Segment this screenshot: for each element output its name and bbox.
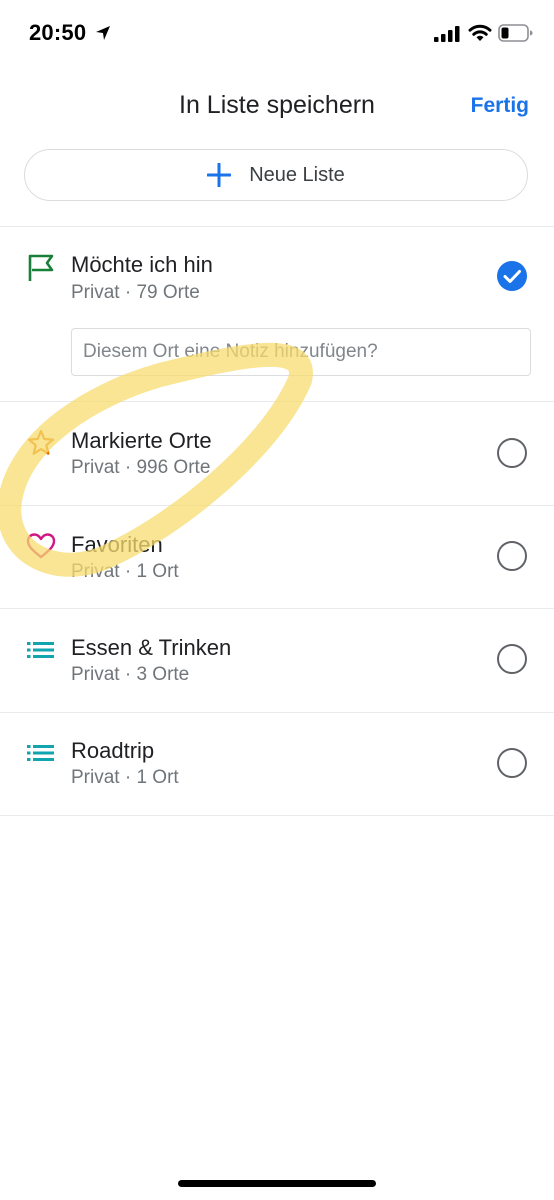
list-item-subtitle: Privat · 1 Ort: [71, 561, 179, 582]
checkmark-icon: [503, 270, 521, 283]
list-item-subtitle: Privat · 3 Orte: [71, 664, 190, 685]
list-item-subtitle: Privat · 996 Orte: [71, 457, 211, 478]
divider: [0, 401, 554, 402]
divider: [0, 712, 554, 713]
done-button[interactable]: Fertig: [471, 94, 529, 118]
list-icon: [27, 642, 54, 658]
list-item-title: Favoriten: [71, 532, 163, 557]
new-list-button[interactable]: Neue Liste: [24, 149, 528, 201]
home-indicator: [178, 1180, 376, 1187]
divider: [0, 226, 554, 227]
new-list-label: Neue Liste: [249, 163, 345, 186]
selected-checkmark[interactable]: [497, 261, 527, 291]
list-item-title: Möchte ich hin: [71, 252, 213, 277]
list-item-title: Roadtrip: [71, 738, 155, 763]
status-time: 20:50: [29, 20, 87, 45]
list-item-subtitle: Privat · 79 Orte: [71, 282, 200, 303]
star-icon: [27, 429, 55, 455]
divider: [0, 608, 554, 609]
wifi-icon: [468, 24, 492, 41]
divider: [0, 815, 554, 816]
radio-button[interactable]: [497, 644, 527, 674]
note-input[interactable]: [71, 328, 531, 376]
status-bar: 20:50: [0, 0, 554, 66]
location-arrow-icon: [96, 26, 110, 40]
list-item-title: Markierte Orte: [71, 428, 212, 453]
list-item-title: Essen & Trinken: [71, 635, 232, 660]
list-item-subtitle: Privat · 1 Ort: [71, 767, 179, 788]
battery-icon: [498, 24, 533, 42]
radio-button[interactable]: [497, 438, 527, 468]
radio-button[interactable]: [497, 748, 527, 778]
divider: [0, 505, 554, 506]
plus-icon: [207, 163, 232, 187]
flag-icon: [28, 254, 54, 281]
cellular-signal-icon: [434, 26, 460, 42]
list-icon: [27, 745, 54, 761]
radio-button[interactable]: [497, 541, 527, 571]
heart-icon: [26, 533, 56, 559]
